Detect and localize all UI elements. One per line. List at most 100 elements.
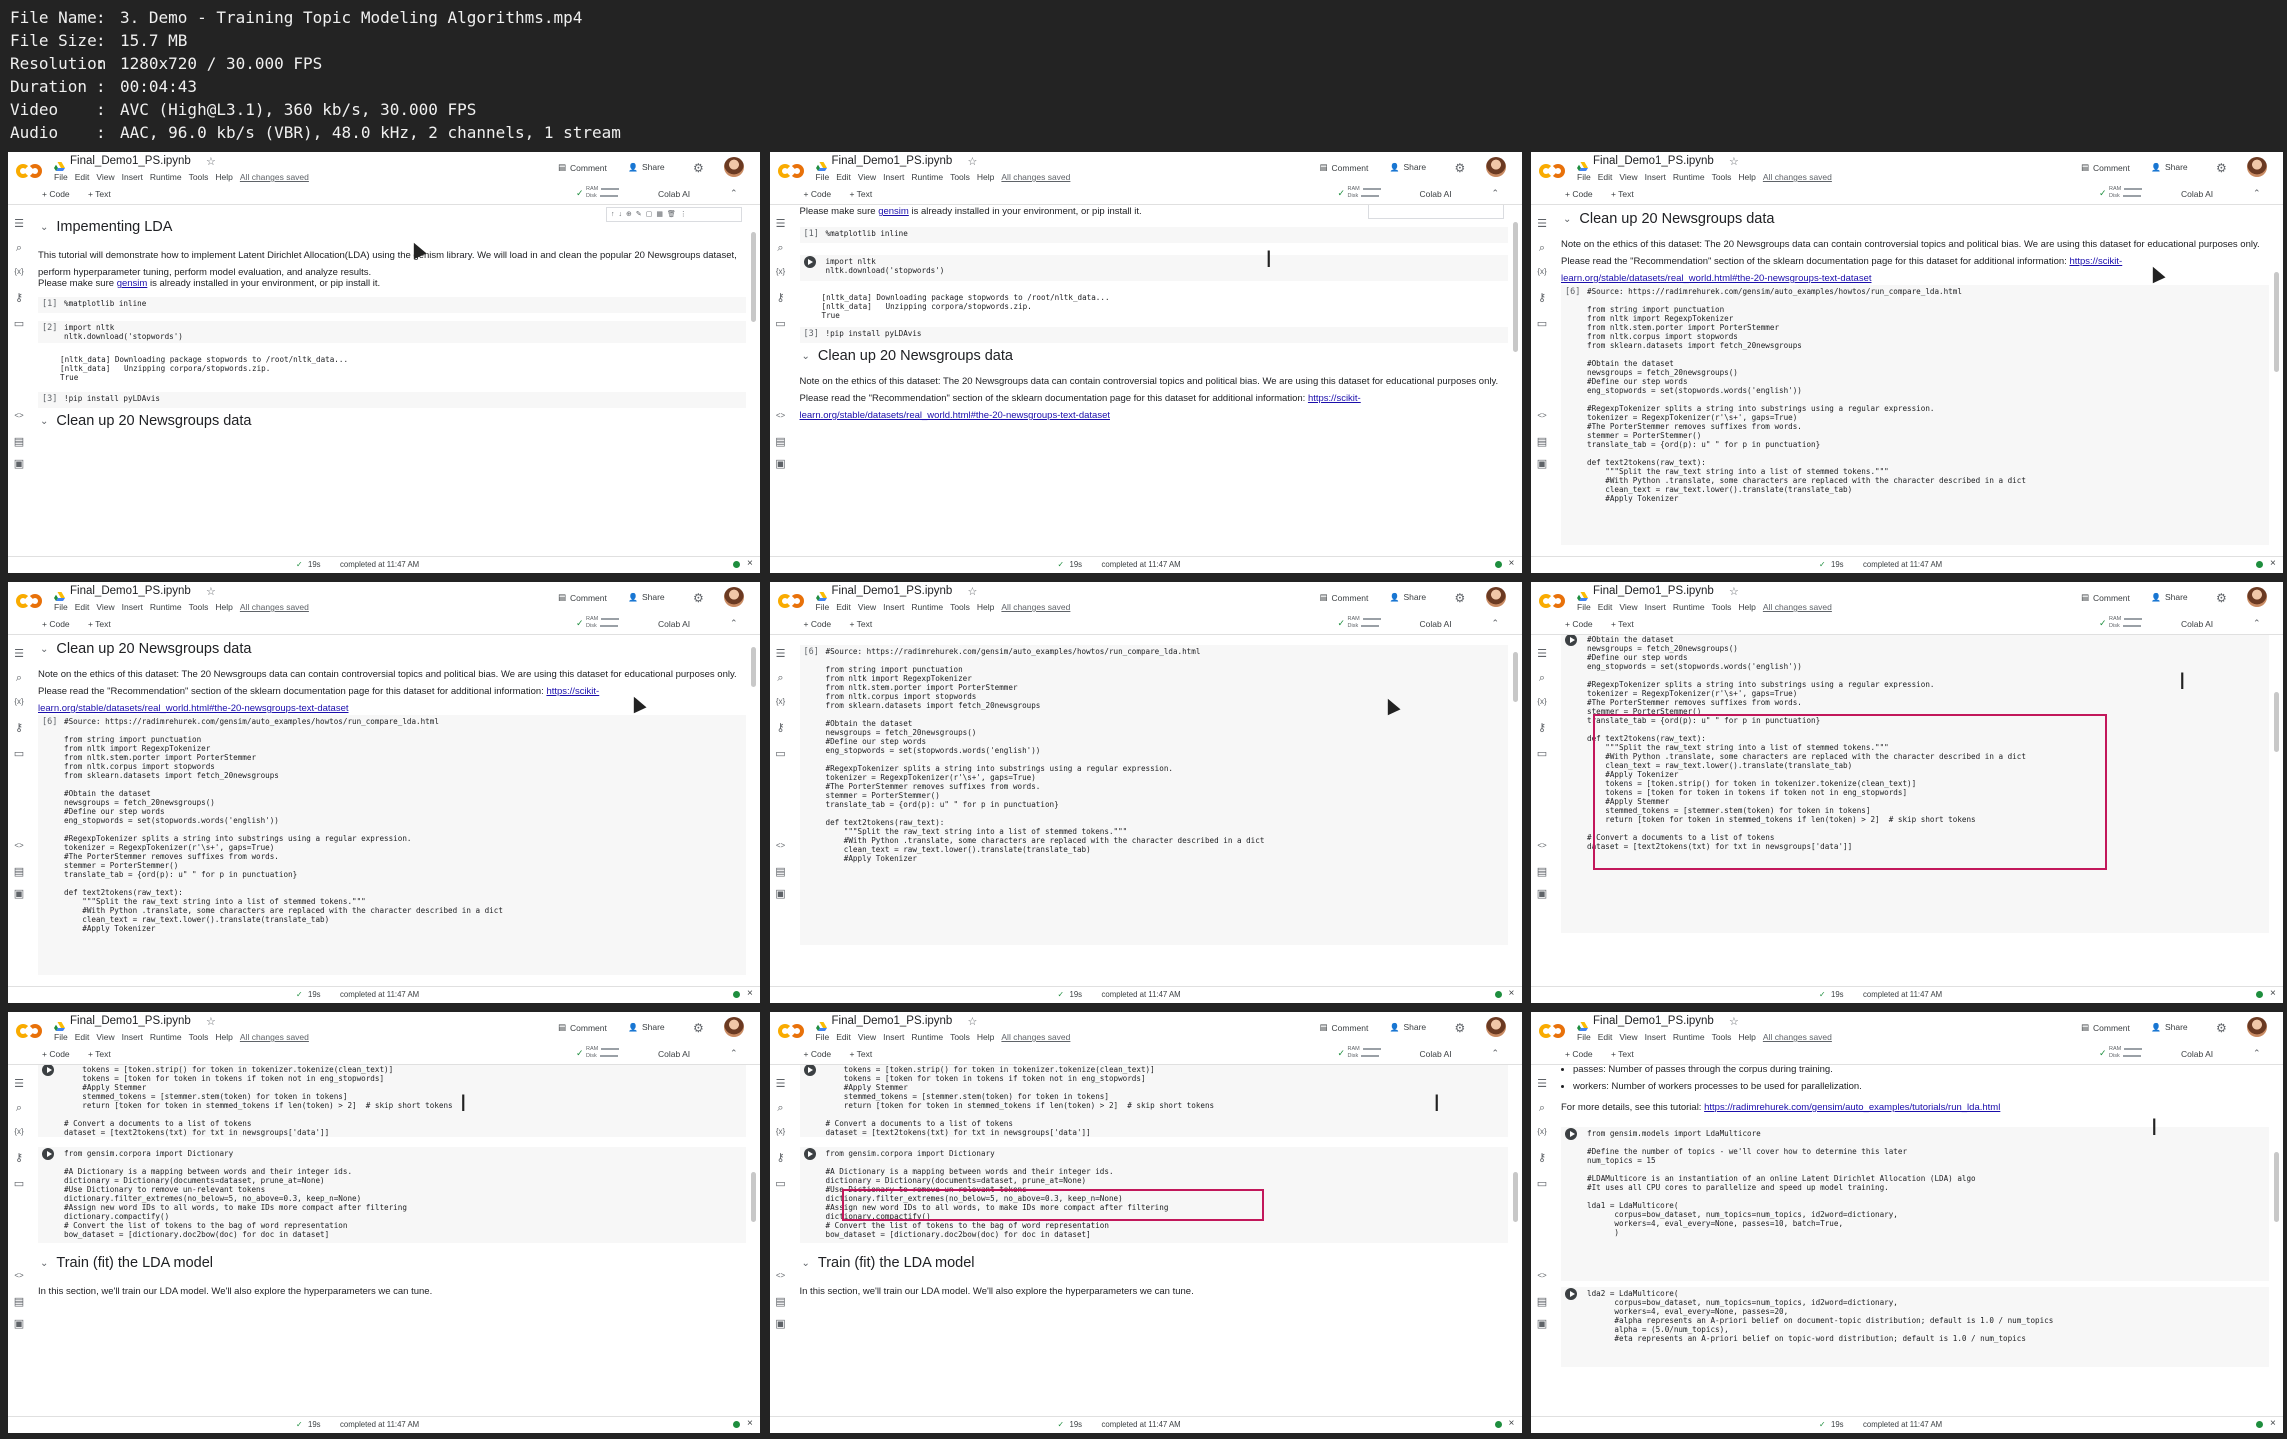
section-heading[interactable]: ⌄ Train (fit) the LDA model: [40, 1255, 213, 1271]
settings-gear-icon[interactable]: ⚙: [2216, 161, 2227, 175]
save-status-link[interactable]: All changes saved: [1001, 602, 1070, 612]
share-button[interactable]: 👤 Share: [628, 592, 665, 602]
comment-button[interactable]: ▤ Comment: [2081, 592, 2130, 603]
search-icon[interactable]: ⌕: [1535, 672, 1549, 685]
menu-view[interactable]: View: [96, 1032, 114, 1042]
menu-runtime[interactable]: Runtime: [911, 602, 943, 612]
ram-disk-indicator[interactable]: RAM Disk: [1348, 616, 1381, 630]
collapse-chevron-icon[interactable]: ⌃: [2253, 188, 2261, 199]
toc-icon[interactable]: ☰: [12, 217, 26, 230]
collapse-caret-icon[interactable]: ⌄: [802, 351, 810, 362]
terminal-icon[interactable]: ▣: [12, 457, 26, 470]
code-snippets-icon[interactable]: <>: [774, 1271, 788, 1280]
share-button[interactable]: 👤 Share: [1390, 162, 1427, 172]
code-cell[interactable]: lda2 = LdaMulticore( corpus=bow_dataset,…: [1561, 1287, 2269, 1367]
code-text[interactable]: #Source: https://radimrehurek.com/gensim…: [826, 647, 1504, 656]
variables-icon[interactable]: {x}: [12, 1127, 26, 1136]
comment-button[interactable]: ▤ Comment: [1320, 1022, 1369, 1033]
menu-tools[interactable]: Tools: [950, 602, 970, 612]
cell-toolbar[interactable]: [1367, 205, 1504, 219]
user-avatar[interactable]: [2247, 157, 2267, 177]
menu-edit[interactable]: Edit: [1598, 172, 1613, 182]
menu-tools[interactable]: Tools: [189, 602, 209, 612]
add-text-button[interactable]: + Text: [1611, 189, 1634, 199]
command-palette-icon[interactable]: ▤: [1535, 865, 1549, 878]
colab-ai-button[interactable]: Colab AI: [658, 619, 690, 629]
add-text-button[interactable]: + Text: [1611, 619, 1634, 629]
files-folder-icon[interactable]: ▭: [12, 1177, 26, 1190]
colab-logo-icon[interactable]: [16, 592, 46, 612]
code-cell[interactable]: [3] !pip install pyLDAvis: [38, 392, 746, 408]
toc-icon[interactable]: ☰: [774, 217, 788, 230]
command-palette-icon[interactable]: ▤: [774, 1295, 788, 1308]
menu-file[interactable]: File: [54, 172, 68, 182]
user-avatar[interactable]: [1485, 1017, 1506, 1037]
menu-file[interactable]: File: [1577, 172, 1591, 182]
ram-disk-indicator[interactable]: RAM Disk: [586, 186, 620, 200]
ram-disk-indicator[interactable]: RAM Disk: [1348, 1046, 1381, 1060]
menu-view[interactable]: View: [1619, 602, 1637, 612]
files-folder-icon[interactable]: ▭: [12, 317, 26, 330]
menu-help[interactable]: Help: [215, 1032, 232, 1042]
add-code-button[interactable]: + Code: [42, 619, 70, 629]
notebook-title[interactable]: Final_Demo1_PS.ipynb: [70, 1015, 191, 1027]
code-text[interactable]: #Source: https://radimrehurek.com/gensim…: [1587, 287, 2265, 296]
run-cell-button[interactable]: [1565, 1288, 1577, 1300]
menu-edit[interactable]: Edit: [836, 602, 851, 612]
code-snippets-icon[interactable]: <>: [1535, 1271, 1549, 1280]
add-text-button[interactable]: + Text: [850, 189, 873, 199]
star-icon[interactable]: ☆: [206, 585, 216, 598]
menu-help[interactable]: Help: [1738, 172, 1755, 182]
doc-link[interactable]: gensim: [117, 278, 148, 289]
menu-file[interactable]: File: [816, 602, 830, 612]
comment-button[interactable]: ▤ Comment: [558, 592, 607, 603]
code-text[interactable]: from gensim.models import LdaMulticore #…: [1587, 1129, 2265, 1237]
command-palette-icon[interactable]: ▤: [12, 435, 26, 448]
secrets-key-icon[interactable]: ⚷: [774, 291, 788, 304]
star-icon[interactable]: ☆: [968, 155, 978, 168]
section-heading[interactable]: ⌄ Clean up 20 Newsgroups data: [1563, 211, 1774, 227]
run-cell-button[interactable]: [803, 1148, 816, 1160]
code-cell[interactable]: tokens = [token.strip() for token in tok…: [799, 1065, 1508, 1137]
save-status-link[interactable]: All changes saved: [1763, 1032, 1832, 1042]
secrets-key-icon[interactable]: ⚷: [774, 721, 788, 734]
menu-help[interactable]: Help: [977, 1032, 994, 1042]
menu-runtime[interactable]: Runtime: [1673, 1032, 1705, 1042]
code-text[interactable]: from string import punctuation from nltk…: [1587, 305, 2265, 503]
menu-runtime[interactable]: Runtime: [1673, 172, 1705, 182]
menu-insert[interactable]: Insert: [1645, 172, 1666, 182]
settings-gear-icon[interactable]: ⚙: [2216, 591, 2227, 605]
colab-logo-icon[interactable]: [777, 592, 808, 612]
menu-tools[interactable]: Tools: [950, 172, 970, 182]
search-icon[interactable]: ⌕: [12, 1102, 26, 1115]
code-cell[interactable]: [3] !pip install pyLDAvis: [799, 327, 1508, 343]
colab-logo-icon[interactable]: [16, 1022, 46, 1042]
menu-runtime[interactable]: Runtime: [1673, 602, 1705, 612]
collapse-chevron-icon[interactable]: ⌃: [730, 188, 738, 199]
code-text[interactable]: #Source: https://radimrehurek.com/gensim…: [64, 717, 742, 726]
menu-tools[interactable]: Tools: [950, 1032, 970, 1042]
notebook-title[interactable]: Final_Demo1_PS.ipynb: [1593, 155, 1714, 167]
add-code-button[interactable]: + Code: [1565, 1049, 1593, 1059]
menu-insert[interactable]: Insert: [122, 602, 143, 612]
colab-logo-icon[interactable]: [1539, 162, 1569, 182]
collapse-chevron-icon[interactable]: ⌃: [1492, 1048, 1500, 1059]
colab-ai-button[interactable]: Colab AI: [1420, 189, 1452, 199]
collapse-caret-icon[interactable]: ⌄: [40, 416, 48, 427]
comment-button[interactable]: ▤ Comment: [558, 1022, 607, 1033]
toc-icon[interactable]: ☰: [774, 1077, 788, 1090]
save-status-link[interactable]: All changes saved: [1001, 172, 1070, 182]
code-text[interactable]: import nltk nltk.download('stopwords'): [64, 323, 742, 341]
code-snippets-icon[interactable]: <>: [1535, 841, 1549, 850]
add-code-button[interactable]: + Code: [1565, 189, 1593, 199]
menu-view[interactable]: View: [96, 172, 114, 182]
command-palette-icon[interactable]: ▤: [1535, 1295, 1549, 1308]
code-text[interactable]: from gensim.corpora import Dictionary #A…: [64, 1149, 742, 1239]
toc-icon[interactable]: ☰: [12, 647, 26, 660]
files-folder-icon[interactable]: ▭: [774, 317, 788, 330]
collapse-caret-icon[interactable]: ⌄: [802, 1258, 810, 1269]
files-folder-icon[interactable]: ▭: [12, 747, 26, 760]
notebook-title[interactable]: Final_Demo1_PS.ipynb: [70, 585, 191, 597]
code-cell[interactable]: [1] %matplotlib inline: [38, 297, 746, 313]
toc-icon[interactable]: ☰: [1535, 647, 1549, 660]
